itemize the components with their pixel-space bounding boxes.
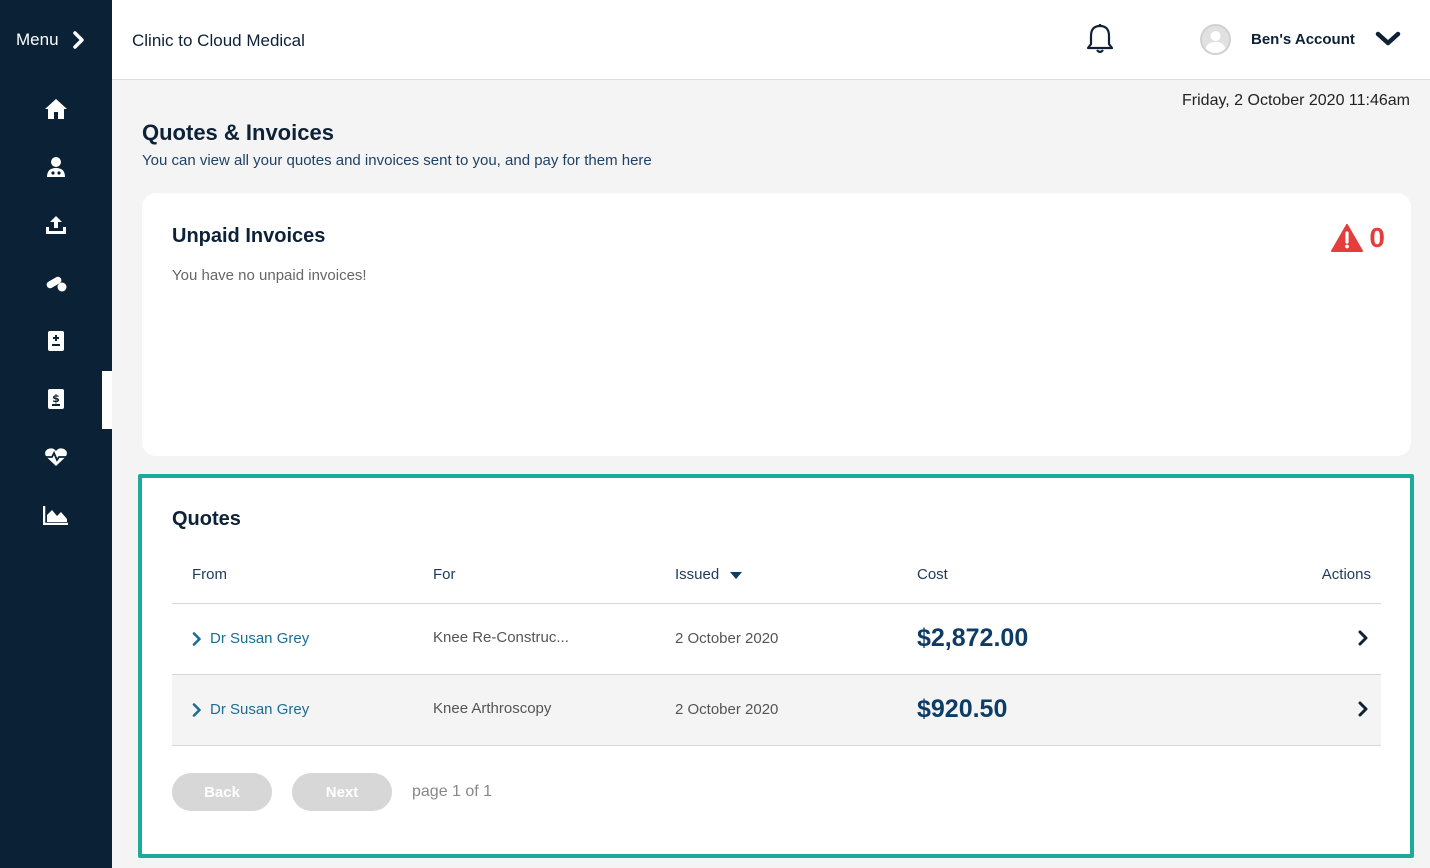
quote-procedure: Knee Arthroscopy — [433, 700, 552, 717]
table-header: From For Issued Cost Actions — [172, 554, 1381, 604]
back-button[interactable]: Back — [172, 773, 272, 811]
quote-issued-date: 2 October 2020 — [675, 630, 779, 647]
sidebar-item-upload[interactable] — [0, 205, 112, 245]
sidebar-item-home[interactable] — [0, 89, 112, 129]
quotes-table: From For Issued Cost Actions Dr Susan Gr… — [172, 554, 1381, 746]
current-date: Friday, 2 October 2020 11:46am — [1182, 92, 1410, 109]
chevron-down-icon — [1375, 31, 1401, 46]
sidebar-item-invoices[interactable]: $ — [0, 371, 112, 429]
chevron-right-icon — [192, 631, 201, 646]
chevron-right-icon — [192, 702, 201, 717]
doctor-icon — [47, 157, 65, 177]
next-button[interactable]: Next — [292, 773, 392, 811]
column-header-for: For — [433, 566, 456, 583]
view-quote-button[interactable] — [1357, 630, 1369, 651]
column-header-from: From — [192, 566, 227, 583]
account-name[interactable]: Ben's Account — [1251, 31, 1355, 48]
quotes-title: Quotes — [172, 508, 241, 530]
sidebar-item-medications[interactable] — [0, 263, 112, 303]
column-header-issued[interactable]: Issued — [675, 566, 743, 583]
chevron-right-icon — [72, 31, 84, 49]
user-avatar-icon — [1205, 31, 1226, 53]
clinic-name: Clinic to Cloud Medical — [132, 31, 305, 50]
from-name: Dr Susan Grey — [210, 701, 310, 718]
upload-icon — [46, 216, 66, 234]
bell-icon — [1086, 24, 1114, 54]
from-link[interactable]: Dr Susan Grey — [192, 630, 309, 647]
svg-text:$: $ — [52, 392, 60, 405]
sidebar-item-doctors[interactable] — [0, 147, 112, 187]
unpaid-count: 0 — [1369, 222, 1385, 253]
column-header-cost: Cost — [917, 566, 948, 583]
sidebar-item-health[interactable] — [0, 437, 112, 477]
unpaid-invoices-message: You have no unpaid invoices! — [172, 267, 367, 284]
pagination: Back Next page 1 of 1 — [172, 773, 492, 811]
menu-toggle[interactable]: Menu — [16, 30, 85, 50]
quote-issued-date: 2 October 2020 — [675, 701, 779, 718]
chevron-right-icon — [1358, 701, 1368, 717]
sidebar: Menu $ — [0, 0, 112, 868]
sort-desc-icon — [730, 571, 743, 579]
sidebar-item-records[interactable] — [0, 321, 112, 361]
pills-icon — [46, 276, 67, 292]
quote-procedure: Knee Re-Construc... — [433, 629, 569, 646]
warning-icon — [1331, 224, 1364, 252]
table-row[interactable]: Dr Susan Grey Knee Arthroscopy 2 October… — [172, 675, 1381, 746]
avatar[interactable] — [1200, 24, 1231, 55]
chevron-right-icon — [1358, 630, 1368, 646]
page-info: page 1 of 1 — [412, 783, 493, 800]
unpaid-count-badge: 0 — [1331, 222, 1385, 254]
column-header-actions: Actions — [1321, 566, 1371, 583]
table-row[interactable]: Dr Susan Grey Knee Re-Construc... 2 Octo… — [172, 604, 1381, 675]
chart-area-icon — [43, 506, 68, 525]
quotes-card: Quotes From For Issued Cost Actions Dr S… — [138, 474, 1414, 858]
notifications-button[interactable] — [1086, 23, 1114, 60]
invoice-dollar-icon: $ — [48, 389, 64, 409]
heartbeat-icon — [45, 448, 67, 466]
home-icon — [45, 99, 67, 119]
column-header-issued-label: Issued — [675, 566, 720, 583]
quote-cost: $2,872.00 — [917, 624, 1029, 652]
page-subtitle: You can view all your quotes and invoice… — [142, 152, 652, 169]
sidebar-item-reports[interactable] — [0, 495, 112, 535]
unpaid-invoices-title: Unpaid Invoices — [172, 225, 326, 247]
page-title: Quotes & Invoices — [142, 120, 334, 145]
medical-file-icon — [48, 331, 64, 351]
menu-label: Menu — [16, 30, 59, 49]
unpaid-invoices-card: Unpaid Invoices You have no unpaid invoi… — [142, 193, 1411, 456]
from-name: Dr Susan Grey — [210, 630, 310, 647]
view-quote-button[interactable] — [1357, 701, 1369, 722]
account-dropdown-button[interactable] — [1375, 30, 1401, 53]
quote-cost: $920.50 — [917, 695, 1008, 723]
from-link[interactable]: Dr Susan Grey — [192, 701, 309, 718]
top-bar: Clinic to Cloud Medical Ben's Account — [112, 0, 1430, 80]
